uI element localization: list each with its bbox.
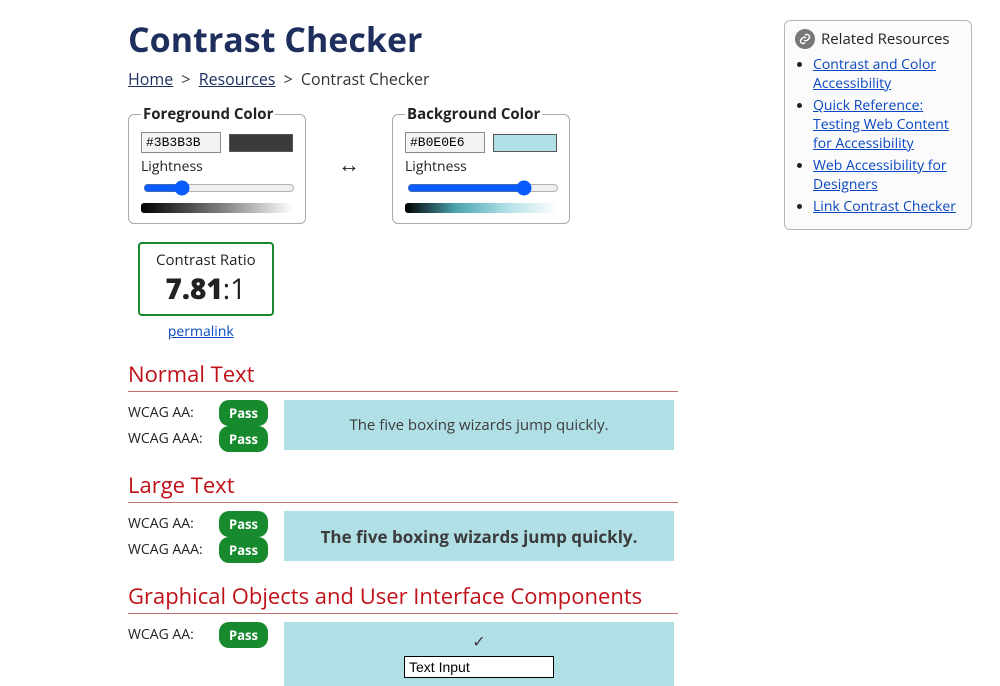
ui-sample-input[interactable] [404,656,554,678]
breadcrumb-home[interactable]: Home [128,68,173,90]
background-picker: Background Color Lightness [392,104,570,224]
contrast-ratio-number: 7.81 [165,270,222,308]
foreground-lightness-slider[interactable] [143,180,295,196]
large-aaa-label: WCAG AAA: [128,538,203,562]
section-heading-large: Large Text [128,470,678,503]
ui-sample: ✓ [284,622,674,686]
normal-aa-label: WCAG AA: [128,401,194,425]
ui-aa-result: Pass [219,622,268,648]
foreground-hex-input[interactable] [141,132,221,153]
foreground-swatch[interactable] [229,134,293,152]
foreground-picker: Foreground Color Lightness [128,104,306,224]
large-aaa-result: Pass [219,537,268,563]
breadcrumb-resources[interactable]: Resources [199,68,276,90]
breadcrumb-sep: > [284,68,293,90]
background-legend: Background Color [405,104,542,124]
aside-link[interactable]: Quick Reference: Testing Web Content for… [813,96,949,153]
aside-title: Related Resources [821,29,950,49]
check-icon: ✓ [472,630,485,652]
foreground-lightness-label: Lightness [141,157,293,176]
contrast-ratio-box: Contrast Ratio 7.81:1 [138,242,274,316]
foreground-gradient [141,203,293,213]
background-lightness-label: Lightness [405,157,557,176]
link-icon [795,29,815,49]
permalink-link[interactable]: permalink [128,322,274,341]
contrast-ratio-value: 7.81:1 [156,270,256,308]
contrast-ratio-suffix: :1 [223,270,246,308]
ui-aa-label: WCAG AA: [128,623,194,647]
background-lightness-slider[interactable] [407,180,559,196]
large-sample[interactable]: The five boxing wizards jump quickly. [284,511,674,561]
large-aa-result: Pass [219,511,268,537]
background-hex-input[interactable] [405,132,485,153]
breadcrumb-sep: > [181,68,190,90]
background-swatch[interactable] [493,134,557,152]
background-gradient [405,203,557,213]
large-aa-label: WCAG AA: [128,512,194,536]
aside-link[interactable]: Contrast and Color Accessibility [813,55,936,93]
foreground-legend: Foreground Color [141,104,275,124]
swap-colors-button[interactable]: ↔ [338,149,360,179]
section-heading-ui: Graphical Objects and User Interface Com… [128,581,678,614]
normal-aaa-result: Pass [219,426,268,452]
aside-link[interactable]: Link Contrast Checker [813,197,956,216]
section-heading-normal: Normal Text [128,359,678,392]
normal-aaa-label: WCAG AAA: [128,427,203,451]
breadcrumb-current: Contrast Checker [301,68,430,90]
related-resources: Related Resources Contrast and Color Acc… [784,20,972,230]
normal-aa-result: Pass [219,400,268,426]
aside-link[interactable]: Web Accessibility for Designers [813,156,947,194]
normal-sample[interactable]: The five boxing wizards jump quickly. [284,400,674,450]
contrast-ratio-label: Contrast Ratio [156,250,256,270]
